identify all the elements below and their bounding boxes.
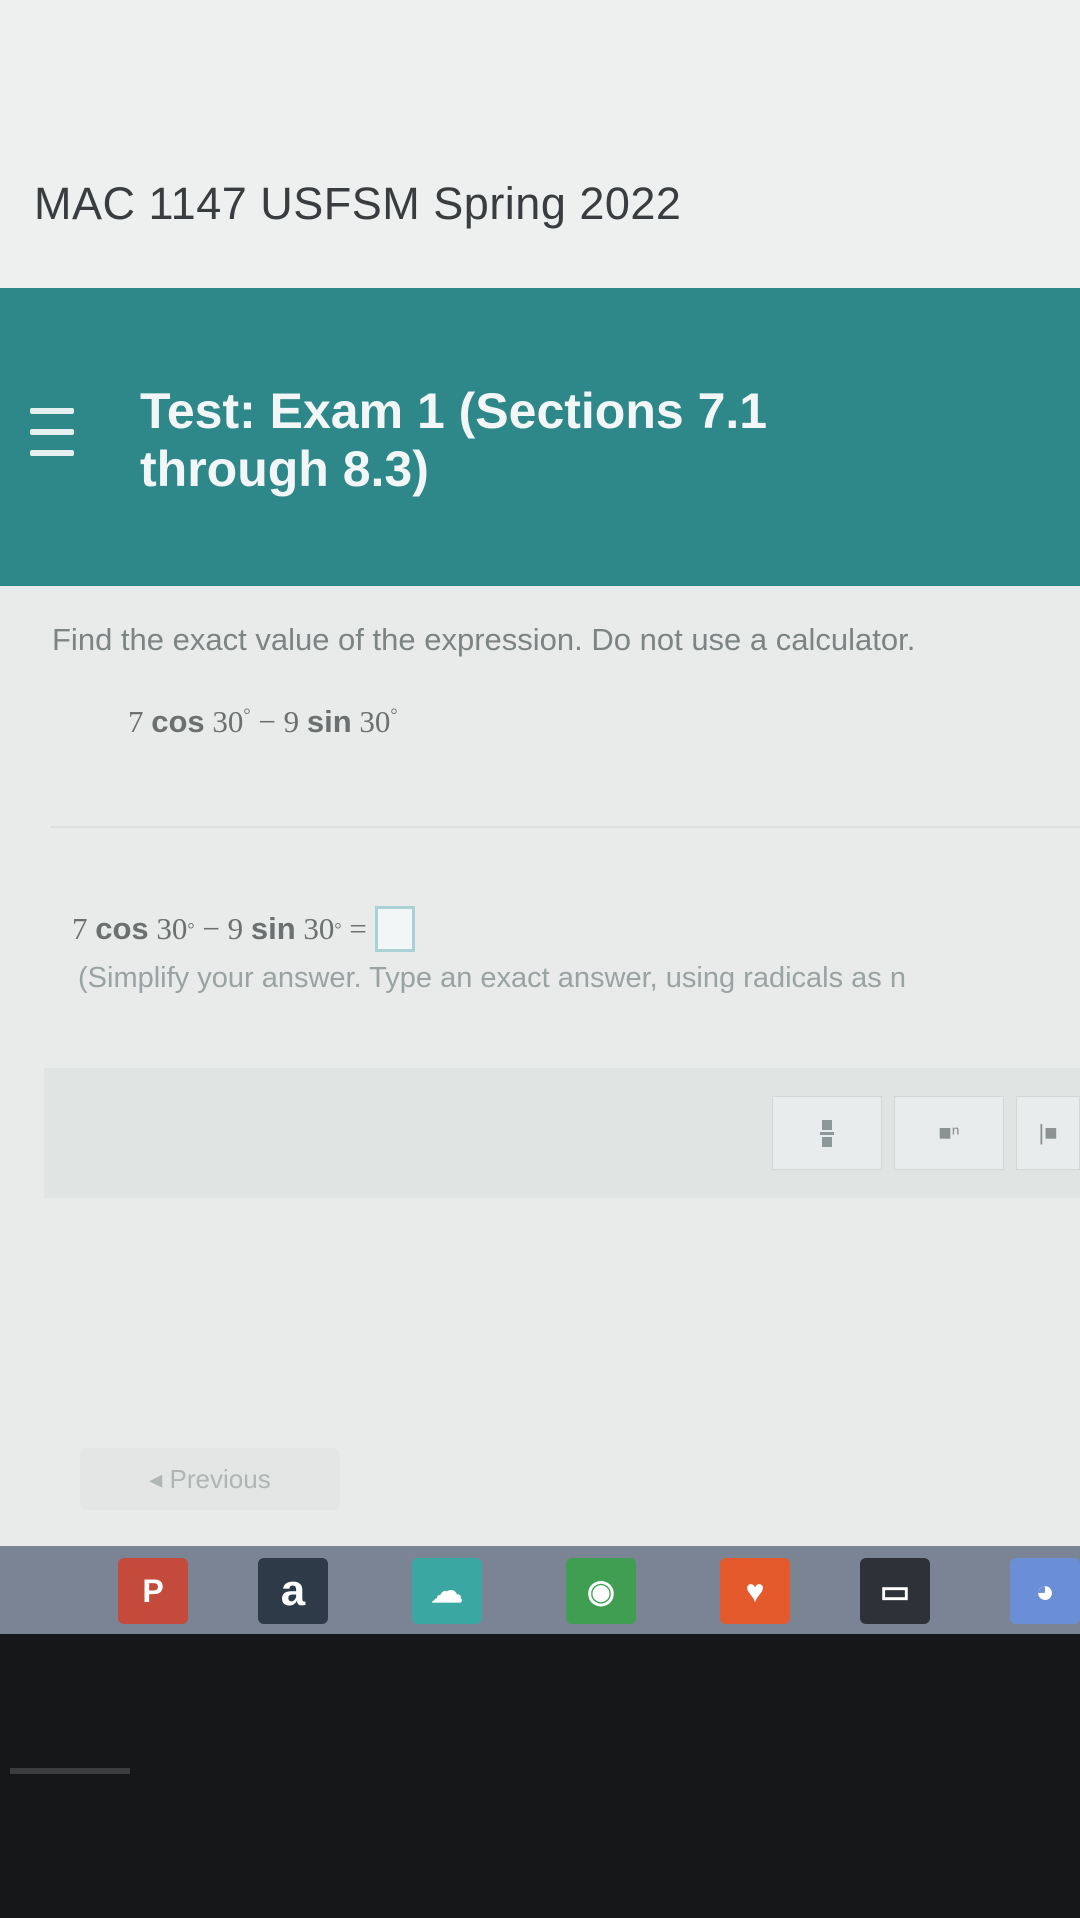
bezel-edge <box>10 1768 130 1774</box>
absolute-value-icon: |■ <box>1038 1120 1058 1145</box>
answer-input[interactable] <box>374 906 415 952</box>
amazon-app-icon[interactable]: a <box>258 1558 328 1624</box>
course-bar: MAC 1147 USFSM Spring 2022 <box>0 0 1080 288</box>
cloud-app-icon[interactable]: ☁ <box>412 1558 482 1624</box>
absolute-value-button[interactable]: |■ <box>1016 1096 1080 1170</box>
question-instructions: Find the exact value of the expression. … <box>52 622 916 657</box>
brave-app-icon[interactable]: ♥ <box>720 1558 790 1624</box>
card-app-icon[interactable]: ▭ <box>860 1558 930 1624</box>
divider <box>50 826 1080 828</box>
fraction-icon <box>820 1119 834 1147</box>
answer-hint: (Simplify your answer. Type an exact ans… <box>78 962 906 994</box>
chrome-app-icon[interactable]: ◉ <box>566 1558 636 1624</box>
exponent-icon: ■ⁿ <box>938 1120 960 1145</box>
monitor-bezel <box>0 1634 1080 1918</box>
discord-app-icon[interactable]: ◕ <box>1010 1558 1080 1624</box>
fraction-button[interactable] <box>772 1096 882 1170</box>
test-title: Test: Exam 1 (Sections 7.1 through 8.3) <box>140 383 768 497</box>
exponent-button[interactable]: ■ⁿ <box>894 1096 1004 1170</box>
course-title: MAC 1147 USFSM Spring 2022 <box>34 178 682 229</box>
answer-line: 7 cos 30 ° − 9 sin 30 ° = <box>72 906 415 952</box>
given-expression: 7 cos 30° − 9 sin 30° <box>128 704 398 739</box>
pdf-app-icon[interactable]: P <box>118 1558 188 1624</box>
previous-button[interactable]: ◂ Previous <box>80 1448 340 1510</box>
menu-icon[interactable] <box>30 408 74 456</box>
